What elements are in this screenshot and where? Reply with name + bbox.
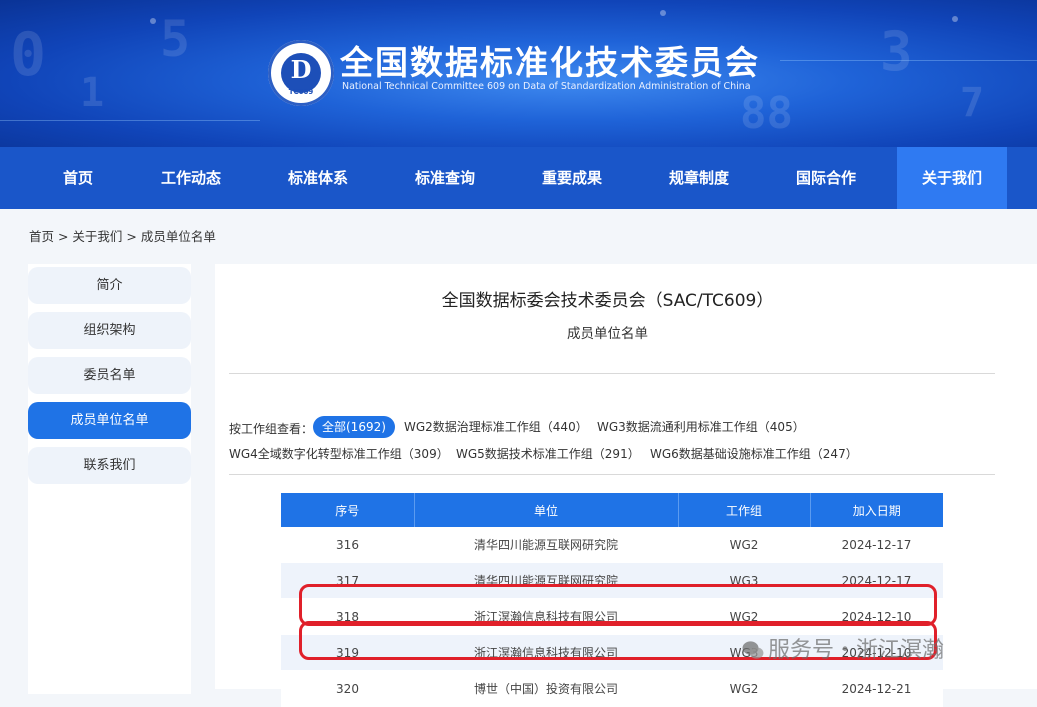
divider bbox=[229, 474, 995, 475]
header-banner: 0 1 5 88 3 7 D TC609 全国数据标准化技术委员会 Nation… bbox=[0, 0, 1037, 147]
site-title: 全国数据标准化技术委员会 bbox=[340, 43, 760, 82]
main-nav: 首页 工作动态 标准体系 标准查询 重要成果 规章制度 国际合作 关于我们 bbox=[0, 147, 1037, 209]
cell-date: 2024-12-17 bbox=[810, 527, 943, 563]
committee-logo[interactable]: D TC609 bbox=[268, 40, 334, 106]
table-header-row: 序号 单位 工作组 加入日期 bbox=[281, 493, 943, 527]
nav-item-home[interactable]: 首页 bbox=[40, 147, 116, 209]
page-subtitle: 成员单位名单 bbox=[567, 326, 648, 342]
logo-emblem: D bbox=[281, 53, 321, 93]
nav-item-achievements[interactable]: 重要成果 bbox=[529, 147, 615, 209]
column-header-unit: 单位 bbox=[414, 493, 679, 527]
column-header-group: 工作组 bbox=[678, 493, 811, 527]
site-subtitle: National Technical Committee 609 on Data… bbox=[342, 81, 751, 92]
nav-item-about[interactable]: 关于我们 bbox=[897, 147, 1007, 209]
filter-wg5[interactable]: WG5数据技术标准工作组（291） bbox=[456, 443, 640, 465]
chat-icon bbox=[742, 641, 764, 659]
banner-decoration: 7 bbox=[960, 80, 985, 126]
nav-item-international[interactable]: 国际合作 bbox=[783, 147, 869, 209]
table-row: 316 清华四川能源互联网研究院 WG2 2024-12-17 bbox=[281, 527, 943, 563]
banner-decoration bbox=[780, 60, 1037, 61]
nav-item-news[interactable]: 工作动态 bbox=[148, 147, 234, 209]
nav-item-standards-search[interactable]: 标准查询 bbox=[402, 147, 488, 209]
filter-wg4[interactable]: WG4全域数字化转型标准工作组（309） bbox=[229, 443, 449, 465]
sidebar-item-member-units[interactable]: 成员单位名单 bbox=[28, 402, 191, 439]
page-title: 全国数据标委会技术委员会（SAC/TC609） bbox=[441, 291, 774, 311]
banner-decoration: 88 bbox=[740, 88, 793, 139]
filter-label: 按工作组查看： bbox=[229, 422, 314, 436]
column-header-date: 加入日期 bbox=[810, 493, 943, 527]
filter-all[interactable]: 全部(1692) bbox=[313, 416, 395, 438]
banner-decoration bbox=[952, 16, 958, 22]
sidebar-item-contact[interactable]: 联系我们 bbox=[28, 447, 191, 484]
logo-text: TC609 bbox=[288, 88, 314, 96]
sidebar-item-intro[interactable]: 简介 bbox=[28, 267, 191, 304]
nav-item-standards-system[interactable]: 标准体系 bbox=[275, 147, 361, 209]
watermark-text: 服务号・浙江溟瀚 bbox=[768, 638, 945, 663]
cell-group: WG2 bbox=[678, 527, 810, 563]
watermark: 服务号・浙江溟瀚 bbox=[742, 632, 944, 664]
banner-decoration bbox=[660, 10, 666, 16]
sidebar-item-committee-members[interactable]: 委员名单 bbox=[28, 357, 191, 394]
banner-decoration: 1 bbox=[80, 70, 105, 116]
column-header-index: 序号 bbox=[281, 493, 415, 527]
cell-unit: 清华四川能源互联网研究院 bbox=[414, 527, 678, 563]
banner-decoration bbox=[150, 18, 156, 24]
filter-wg6[interactable]: WG6数据基础设施标准工作组（247） bbox=[650, 443, 858, 465]
cell-index: 316 bbox=[281, 527, 414, 563]
divider bbox=[229, 373, 995, 374]
breadcrumb[interactable]: 首页 > 关于我们 > 成员单位名单 bbox=[29, 226, 216, 245]
banner-decoration bbox=[0, 120, 260, 121]
banner-decoration: 5 bbox=[160, 10, 191, 68]
sidebar-item-organization[interactable]: 组织架构 bbox=[28, 312, 191, 349]
filter-wg2[interactable]: WG2数据治理标准工作组（440） bbox=[404, 416, 588, 438]
highlight-box bbox=[299, 584, 937, 626]
nav-item-regulations[interactable]: 规章制度 bbox=[656, 147, 742, 209]
banner-decoration: 0 bbox=[10, 20, 47, 90]
filter-wg3[interactable]: WG3数据流通利用标准工作组（405） bbox=[597, 416, 805, 438]
banner-decoration: 3 bbox=[880, 20, 913, 83]
